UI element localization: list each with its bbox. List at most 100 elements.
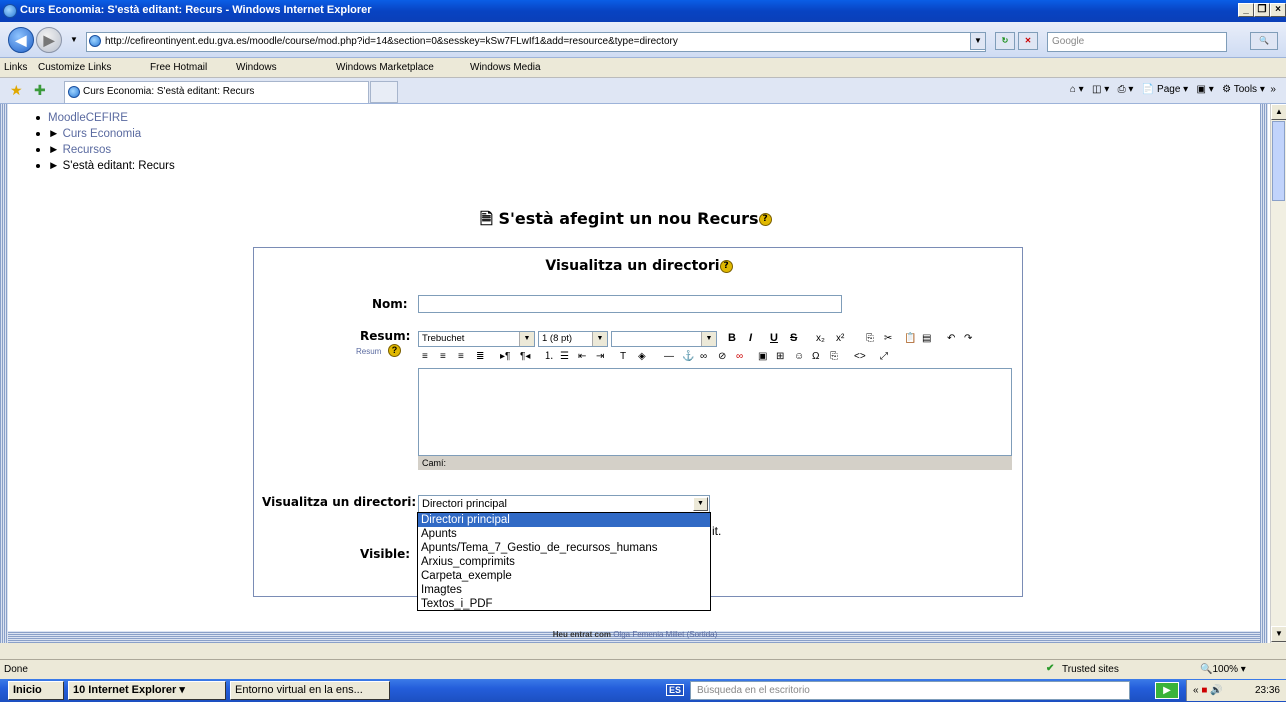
paste-icon[interactable]: 📋: [904, 332, 916, 346]
directory-select[interactable]: Directori principal ▼: [418, 495, 710, 513]
link-icon[interactable]: ∞: [700, 350, 707, 364]
font-family-select[interactable]: Trebuchet ▼: [418, 331, 535, 347]
search-input[interactable]: Google: [1047, 32, 1227, 52]
start-button[interactable]: Inicio: [8, 681, 64, 700]
italic-button[interactable]: I: [749, 332, 752, 344]
close-button[interactable]: ×: [1270, 3, 1286, 17]
font-size-select[interactable]: 1 (8 pt) ▼: [538, 331, 608, 347]
refresh-icon[interactable]: ↻: [995, 32, 1015, 50]
format-select[interactable]: ▼: [611, 331, 717, 347]
nolink-icon[interactable]: ∞: [736, 350, 743, 364]
strikethrough-button[interactable]: S: [790, 332, 797, 344]
copy-icon[interactable]: ⎘: [866, 332, 874, 346]
outdent-icon[interactable]: ⇤: [578, 350, 586, 364]
home-icon[interactable]: ⌂ ▾: [1070, 84, 1084, 95]
back-button[interactable]: ◀: [8, 27, 34, 53]
nom-input[interactable]: [418, 295, 842, 313]
undo-icon[interactable]: ↶: [947, 332, 955, 346]
add-favorites-icon[interactable]: ✚: [34, 82, 46, 99]
new-tab-button[interactable]: [370, 81, 398, 103]
link-windows[interactable]: Windows: [236, 62, 277, 73]
volume-icon[interactable]: 🔊: [1210, 685, 1222, 696]
unordered-list-icon[interactable]: ☰: [560, 350, 569, 364]
justify-icon[interactable]: ≣: [476, 350, 484, 364]
resum-help-link[interactable]: Resum: [356, 347, 381, 356]
link-hotmail[interactable]: Free Hotmail: [150, 62, 207, 73]
unlink-icon[interactable]: ⊘: [718, 350, 726, 364]
window-titlebar[interactable]: Curs Economia: S'està editant: Recurs - …: [0, 0, 1286, 22]
underline-button[interactable]: U: [770, 332, 778, 344]
desktop-search-input[interactable]: Búsqueda en el escritorio: [690, 681, 1130, 700]
help-icon[interactable]: ?: [758, 213, 772, 226]
search-replace-icon[interactable]: ⎘: [830, 350, 838, 364]
tools-menu[interactable]: ⚙ Tools ▾: [1222, 84, 1265, 95]
history-dropdown-icon[interactable]: ▼: [66, 32, 82, 50]
dropdown-option[interactable]: Textos_i_PDF: [418, 597, 710, 611]
zone-text[interactable]: Trusted sites: [1062, 664, 1119, 675]
scroll-down-button[interactable]: ▼: [1271, 626, 1286, 642]
vertical-scrollbar[interactable]: ▲ ▼: [1270, 104, 1286, 643]
logout-link[interactable]: (Sortida): [687, 630, 718, 639]
chevron-down-icon[interactable]: ▼: [693, 497, 708, 511]
anchor-icon[interactable]: ⚓: [682, 350, 694, 364]
favorites-star-icon[interactable]: ★: [10, 82, 23, 99]
feeds-icon[interactable]: ◫ ▾: [1092, 84, 1109, 95]
redo-icon[interactable]: ↷: [964, 332, 972, 346]
resum-help-icon[interactable]: ?: [388, 344, 401, 357]
html-source-icon[interactable]: <>: [854, 350, 866, 364]
rich-text-editor[interactable]: [418, 368, 1012, 456]
image-icon[interactable]: ▣: [758, 350, 767, 364]
url-input[interactable]: http://cefireontinyent.edu.gva.es/moodle…: [86, 32, 986, 52]
link-customize[interactable]: Customize Links: [38, 62, 111, 73]
special-char-icon[interactable]: Ω: [812, 350, 819, 364]
rtl-icon[interactable]: ¶◂: [520, 350, 530, 364]
url-dropdown-icon[interactable]: ▼: [970, 32, 986, 50]
paste-word-icon[interactable]: ▤: [922, 332, 931, 346]
link-media[interactable]: Windows Media: [470, 62, 541, 73]
scroll-thumb[interactable]: [1272, 121, 1285, 201]
forward-button[interactable]: ▶: [36, 27, 62, 53]
user-link[interactable]: Olga Femenia Millet: [613, 630, 684, 639]
tray-expand-icon[interactable]: «: [1193, 685, 1199, 696]
page-menu[interactable]: 📄 Page ▾: [1142, 84, 1188, 95]
stop-icon[interactable]: ✕: [1018, 32, 1038, 50]
clock[interactable]: 23:36: [1255, 680, 1280, 701]
fullscreen-icon[interactable]: ⤢: [880, 350, 888, 364]
crumb-site[interactable]: MoodleCEFIRE: [36, 110, 175, 126]
safety-icon[interactable]: ▣ ▾: [1197, 84, 1214, 95]
language-indicator[interactable]: ES: [666, 684, 685, 696]
bg-color-icon[interactable]: ◈: [638, 350, 646, 364]
table-icon[interactable]: ⊞: [776, 350, 784, 364]
dropdown-option[interactable]: Apunts: [418, 527, 710, 541]
tray-app-icon[interactable]: ■: [1201, 685, 1207, 696]
subscript-icon[interactable]: x₂: [816, 332, 825, 346]
ltr-icon[interactable]: ▸¶: [500, 350, 510, 364]
link-marketplace[interactable]: Windows Marketplace: [336, 62, 434, 73]
align-center-icon[interactable]: ≡: [440, 350, 446, 364]
text-color-icon[interactable]: T: [620, 350, 626, 364]
align-right-icon[interactable]: ≡: [458, 350, 464, 364]
minimize-button[interactable]: _: [1238, 3, 1254, 17]
dropdown-option[interactable]: Apunts/Tema_7_Gestio_de_recursos_humans: [418, 541, 710, 555]
dropdown-option[interactable]: Carpeta_exemple: [418, 569, 710, 583]
zoom-level[interactable]: 🔍100% ▾: [1200, 664, 1246, 675]
cut-icon[interactable]: ✂: [884, 332, 892, 346]
crumb-course[interactable]: ► Curs Economia: [36, 126, 175, 142]
smiley-icon[interactable]: ☺: [794, 350, 804, 364]
ordered-list-icon[interactable]: ⒈: [544, 350, 554, 364]
indent-icon[interactable]: ⇥: [596, 350, 604, 364]
tab-current[interactable]: Curs Economia: S'està editant: Recurs: [64, 81, 369, 103]
form-help-icon[interactable]: ?: [719, 259, 733, 273]
taskbar-ie-group[interactable]: 10 Internet Explorer ▾: [68, 681, 226, 700]
taskbar-doc-window[interactable]: Entorno virtual en la ens...: [230, 681, 390, 700]
dropdown-option[interactable]: Directori principal: [418, 513, 710, 527]
search-go-button[interactable]: ▶: [1155, 682, 1179, 699]
maximize-button[interactable]: ❐: [1254, 3, 1270, 17]
superscript-icon[interactable]: x²: [836, 332, 844, 346]
bold-button[interactable]: B: [728, 332, 736, 344]
dropdown-option[interactable]: Arxius_comprimits: [418, 555, 710, 569]
print-icon[interactable]: ⎙ ▾: [1118, 84, 1134, 95]
dropdown-option[interactable]: Imagtes: [418, 583, 710, 597]
horizontal-rule-icon[interactable]: —: [664, 350, 674, 364]
align-left-icon[interactable]: ≡: [422, 350, 428, 364]
